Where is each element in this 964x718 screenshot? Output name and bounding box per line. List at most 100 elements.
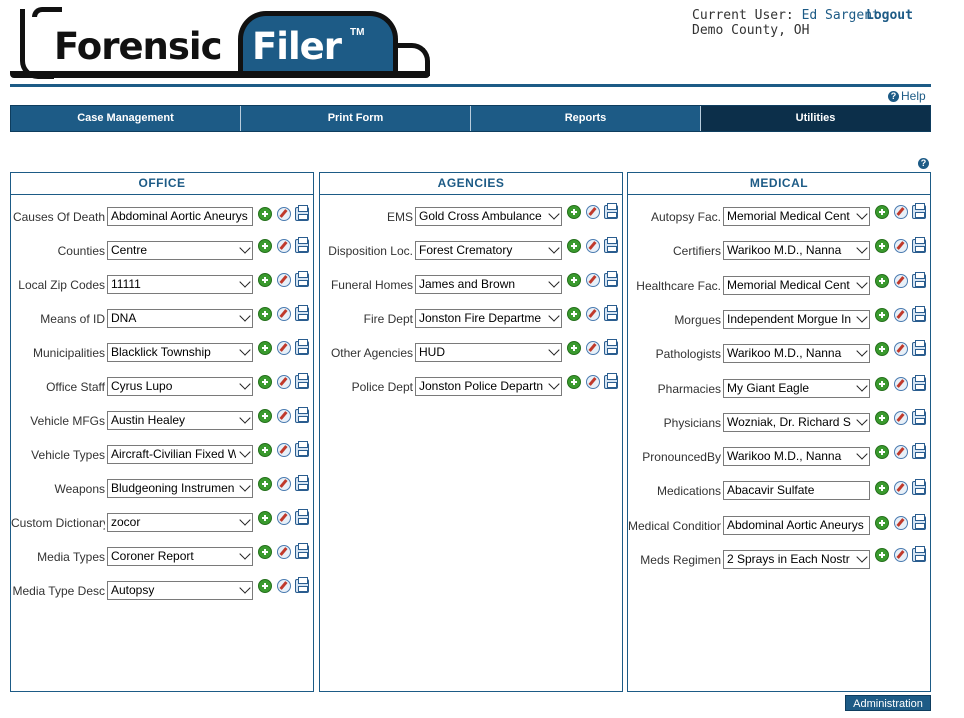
weapons-select[interactable]: Bludgeoning Instrumen bbox=[107, 479, 253, 498]
add-icon[interactable] bbox=[567, 341, 581, 355]
add-icon[interactable] bbox=[258, 341, 272, 355]
add-icon[interactable] bbox=[875, 307, 889, 322]
add-icon[interactable] bbox=[258, 545, 272, 559]
office-staff-select[interactable]: Cyrus Lupo bbox=[107, 377, 253, 396]
add-icon[interactable] bbox=[875, 205, 889, 219]
add-icon[interactable] bbox=[258, 273, 272, 287]
add-icon[interactable] bbox=[875, 515, 889, 530]
administration-button[interactable]: Administration bbox=[845, 695, 931, 711]
local-zip-codes-select[interactable]: 11111 bbox=[107, 275, 253, 294]
print-icon[interactable] bbox=[912, 374, 926, 391]
edit-icon[interactable] bbox=[894, 481, 908, 496]
print-icon[interactable] bbox=[912, 203, 926, 219]
municipalities-select[interactable]: Blacklick Township bbox=[107, 343, 253, 362]
pathologists-select[interactable]: Warikoo M.D., Nanna bbox=[723, 344, 870, 364]
print-icon[interactable] bbox=[912, 546, 926, 562]
edit-icon[interactable] bbox=[277, 443, 291, 457]
edit-icon[interactable] bbox=[894, 205, 908, 219]
add-icon[interactable] bbox=[258, 207, 272, 221]
add-icon[interactable] bbox=[258, 579, 272, 593]
add-icon[interactable] bbox=[567, 273, 581, 287]
edit-icon[interactable] bbox=[277, 477, 291, 491]
add-icon[interactable] bbox=[258, 375, 272, 389]
add-icon[interactable] bbox=[875, 342, 889, 357]
add-icon[interactable] bbox=[258, 443, 272, 457]
print-icon[interactable] bbox=[295, 237, 309, 253]
print-icon[interactable] bbox=[295, 475, 309, 491]
logout-link[interactable]: Logout bbox=[866, 8, 913, 23]
add-icon[interactable] bbox=[567, 205, 581, 219]
add-icon[interactable] bbox=[875, 376, 889, 391]
print-icon[interactable] bbox=[604, 373, 618, 389]
print-icon[interactable] bbox=[295, 373, 309, 389]
healthcare-fac-select[interactable]: Memorial Medical Cent bbox=[723, 275, 870, 295]
print-icon[interactable] bbox=[295, 305, 309, 321]
edit-icon[interactable] bbox=[894, 548, 908, 562]
pharmacies-select[interactable]: My Giant Eagle bbox=[723, 378, 870, 398]
add-icon[interactable] bbox=[875, 548, 889, 562]
tab-utilities[interactable]: Utilities bbox=[701, 106, 930, 131]
edit-icon[interactable] bbox=[277, 273, 291, 287]
edit-icon[interactable] bbox=[586, 341, 600, 355]
autopsy-fac-select[interactable]: Memorial Medical Cent bbox=[723, 207, 870, 226]
print-icon[interactable] bbox=[295, 441, 309, 457]
pronouncedby-select[interactable]: Warikoo M.D., Nanna bbox=[723, 447, 870, 467]
edit-icon[interactable] bbox=[277, 511, 291, 525]
add-icon[interactable] bbox=[875, 273, 889, 288]
help-link[interactable]: ? Help bbox=[888, 89, 926, 103]
print-icon[interactable] bbox=[295, 271, 309, 287]
print-icon[interactable] bbox=[295, 407, 309, 423]
edit-icon[interactable] bbox=[586, 273, 600, 287]
add-icon[interactable] bbox=[567, 375, 581, 389]
fire-dept-select[interactable]: Jonston Fire Departme bbox=[415, 309, 562, 328]
print-icon[interactable] bbox=[912, 305, 926, 322]
edit-icon[interactable] bbox=[894, 307, 908, 322]
add-icon[interactable] bbox=[567, 239, 581, 253]
print-icon[interactable] bbox=[295, 509, 309, 525]
add-icon[interactable] bbox=[258, 511, 272, 525]
funeral-homes-select[interactable]: James and Brown bbox=[415, 275, 562, 294]
print-icon[interactable] bbox=[295, 543, 309, 559]
print-icon[interactable] bbox=[912, 340, 926, 357]
other-agencies-select[interactable]: HUD bbox=[415, 343, 562, 362]
edit-icon[interactable] bbox=[277, 207, 291, 221]
edit-icon[interactable] bbox=[277, 341, 291, 355]
edit-icon[interactable] bbox=[586, 205, 600, 219]
vehicle-mfgs-select[interactable]: Austin Healey bbox=[107, 411, 253, 430]
medications-input[interactable]: Abacavir Sulfate bbox=[723, 481, 870, 501]
add-icon[interactable] bbox=[875, 481, 889, 496]
page-help-icon[interactable]: ? bbox=[918, 158, 929, 169]
print-icon[interactable] bbox=[604, 305, 618, 321]
physicians-select[interactable]: Wozniak, Dr. Richard S bbox=[723, 412, 870, 432]
print-icon[interactable] bbox=[295, 339, 309, 355]
add-icon[interactable] bbox=[567, 307, 581, 321]
edit-icon[interactable] bbox=[894, 342, 908, 357]
print-icon[interactable] bbox=[912, 408, 926, 425]
print-icon[interactable] bbox=[912, 271, 926, 288]
certifiers-select[interactable]: Warikoo M.D., Nanna bbox=[723, 241, 870, 261]
print-icon[interactable] bbox=[912, 479, 926, 496]
add-icon[interactable] bbox=[258, 409, 272, 423]
add-icon[interactable] bbox=[258, 307, 272, 321]
vehicle-types-select[interactable]: Aircraft-Civilian Fixed W bbox=[107, 445, 253, 464]
print-icon[interactable] bbox=[912, 513, 926, 530]
edit-icon[interactable] bbox=[894, 410, 908, 425]
ems-select[interactable]: Gold Cross Ambulance bbox=[415, 207, 562, 226]
print-icon[interactable] bbox=[912, 443, 926, 460]
custom-dictionary-select[interactable]: zocor bbox=[107, 513, 253, 532]
print-icon[interactable] bbox=[295, 205, 309, 221]
edit-icon[interactable] bbox=[277, 239, 291, 253]
add-icon[interactable] bbox=[258, 477, 272, 491]
print-icon[interactable] bbox=[604, 271, 618, 287]
media-types-select[interactable]: Coroner Report bbox=[107, 547, 253, 566]
media-type-desc-select[interactable]: Autopsy bbox=[107, 581, 253, 600]
print-icon[interactable] bbox=[604, 339, 618, 355]
edit-icon[interactable] bbox=[277, 545, 291, 559]
add-icon[interactable] bbox=[258, 239, 272, 253]
edit-icon[interactable] bbox=[277, 375, 291, 389]
edit-icon[interactable] bbox=[277, 307, 291, 321]
disposition-loc-select[interactable]: Forest Crematory bbox=[415, 241, 562, 260]
add-icon[interactable] bbox=[875, 239, 889, 254]
tab-print-form[interactable]: Print Form bbox=[241, 106, 471, 131]
tab-case-management[interactable]: Case Management bbox=[11, 106, 241, 131]
